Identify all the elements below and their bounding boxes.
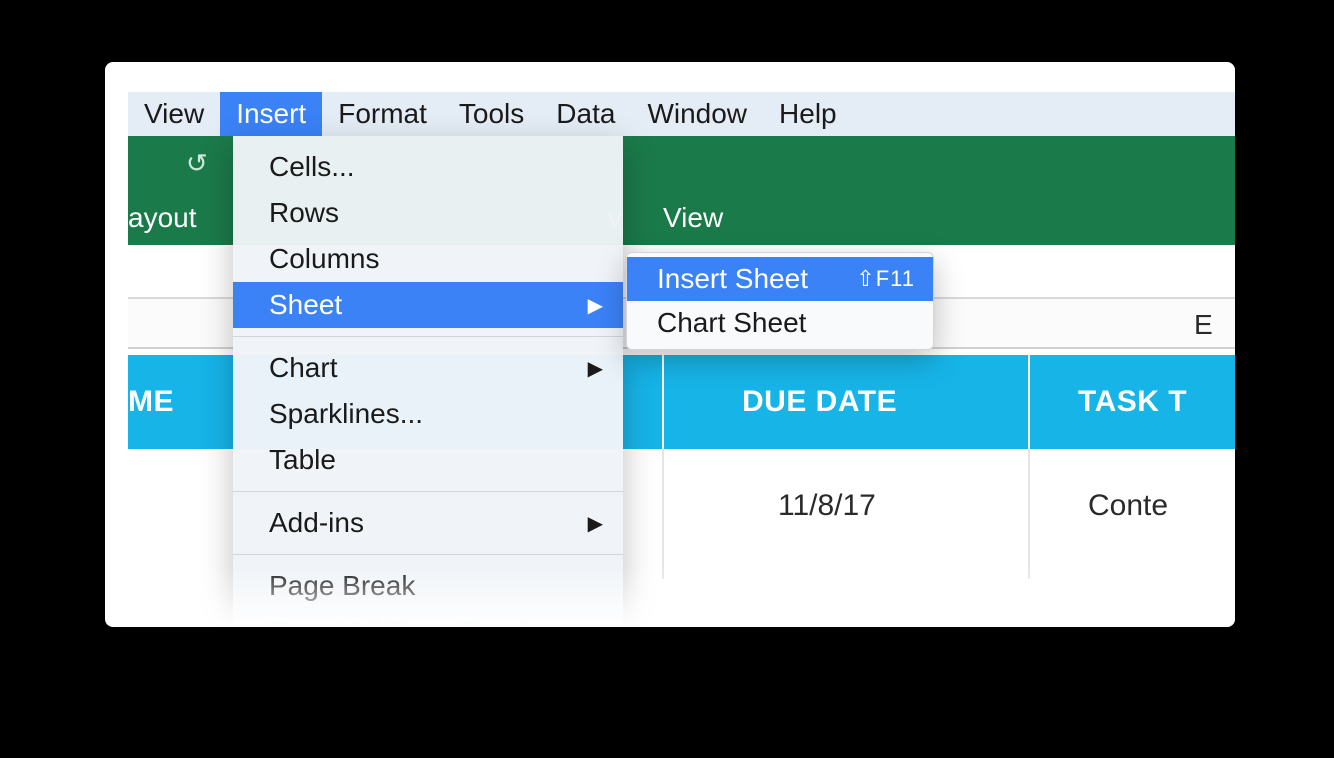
menu-divider — [233, 554, 623, 555]
menu-tools[interactable]: Tools — [443, 92, 540, 136]
submenu-arrow-icon: ▶ — [588, 511, 603, 536]
menu-item-reset-page-breaks: Reset All Page Breaks — [233, 609, 623, 627]
table-header-task-fragment: TASK T — [1078, 385, 1187, 419]
submenu-item-chart-sheet[interactable]: Chart Sheet — [627, 301, 933, 345]
menu-item-label: Chart — [269, 352, 337, 384]
column-divider — [662, 355, 664, 449]
menu-label: Help — [779, 98, 837, 130]
menu-data[interactable]: Data — [540, 92, 631, 136]
column-header-e[interactable]: E — [1194, 309, 1213, 341]
table-header-name-fragment: ME — [128, 385, 174, 419]
cell-due-date[interactable]: 11/8/17 — [778, 489, 876, 523]
submenu-arrow-icon: ▶ — [588, 293, 603, 318]
menu-item-addins[interactable]: Add-ins ▶ — [233, 500, 623, 546]
menubar: View Insert Format Tools Data Window Hel… — [128, 92, 1235, 136]
menu-item-rows[interactable]: Rows — [233, 190, 623, 236]
undo-icon[interactable]: ↺ — [186, 150, 212, 176]
cell-divider — [1028, 449, 1030, 579]
menu-label: Insert — [236, 98, 306, 130]
app-viewport: View Insert Format Tools Data Window Hel… — [128, 92, 1235, 627]
menu-help[interactable]: Help — [763, 92, 853, 136]
menu-item-label: Table — [269, 444, 336, 476]
keyboard-shortcut: ⇧F11 — [856, 266, 915, 292]
insert-dropdown-menu: Cells... Rows Columns Sheet ▶ Chart ▶ Sp… — [233, 136, 623, 627]
menu-label: Window — [647, 98, 747, 130]
menu-label: Data — [556, 98, 615, 130]
menu-item-chart[interactable]: Chart ▶ — [233, 345, 623, 391]
menu-item-label: Rows — [269, 197, 339, 229]
menu-item-columns[interactable]: Columns — [233, 236, 623, 282]
menu-view[interactable]: View — [128, 92, 220, 136]
submenu-item-label: Chart Sheet — [657, 307, 806, 339]
screenshot-card: View Insert Format Tools Data Window Hel… — [105, 62, 1235, 627]
menu-window[interactable]: Window — [631, 92, 763, 136]
submenu-item-label: Insert Sheet — [657, 263, 808, 295]
table-header-due: DUE DATE — [742, 385, 897, 419]
menu-item-table[interactable]: Table — [233, 437, 623, 483]
sheet-submenu: Insert Sheet ⇧F11 Chart Sheet — [626, 252, 934, 350]
ribbon-tab-view[interactable]: View — [663, 202, 723, 234]
menu-divider — [233, 336, 623, 337]
menu-item-label: Reset All Page Breaks — [269, 616, 548, 627]
menu-format[interactable]: Format — [322, 92, 443, 136]
cell-divider — [662, 449, 664, 579]
menu-item-label: Sparklines... — [269, 398, 423, 430]
menu-label: Tools — [459, 98, 524, 130]
menu-insert[interactable]: Insert — [220, 92, 322, 136]
menu-item-cells[interactable]: Cells... — [233, 144, 623, 190]
menu-item-label: Sheet — [269, 289, 342, 321]
menu-item-label: Add-ins — [269, 507, 364, 539]
cell-task-fragment[interactable]: Conte — [1088, 489, 1168, 523]
menu-item-sheet[interactable]: Sheet ▶ — [233, 282, 623, 328]
menu-item-label: Columns — [269, 243, 379, 275]
submenu-item-insert-sheet[interactable]: Insert Sheet ⇧F11 — [627, 257, 933, 301]
column-divider — [1028, 355, 1030, 449]
menu-divider — [233, 491, 623, 492]
menu-item-page-break[interactable]: Page Break — [233, 563, 623, 609]
submenu-arrow-icon: ▶ — [588, 356, 603, 381]
ribbon-tab-layout-fragment[interactable]: ayout — [128, 202, 197, 234]
menu-item-label: Page Break — [269, 570, 415, 602]
menu-label: Format — [338, 98, 427, 130]
menu-label: View — [144, 98, 204, 130]
menu-item-label: Cells... — [269, 151, 355, 183]
menu-item-sparklines[interactable]: Sparklines... — [233, 391, 623, 437]
